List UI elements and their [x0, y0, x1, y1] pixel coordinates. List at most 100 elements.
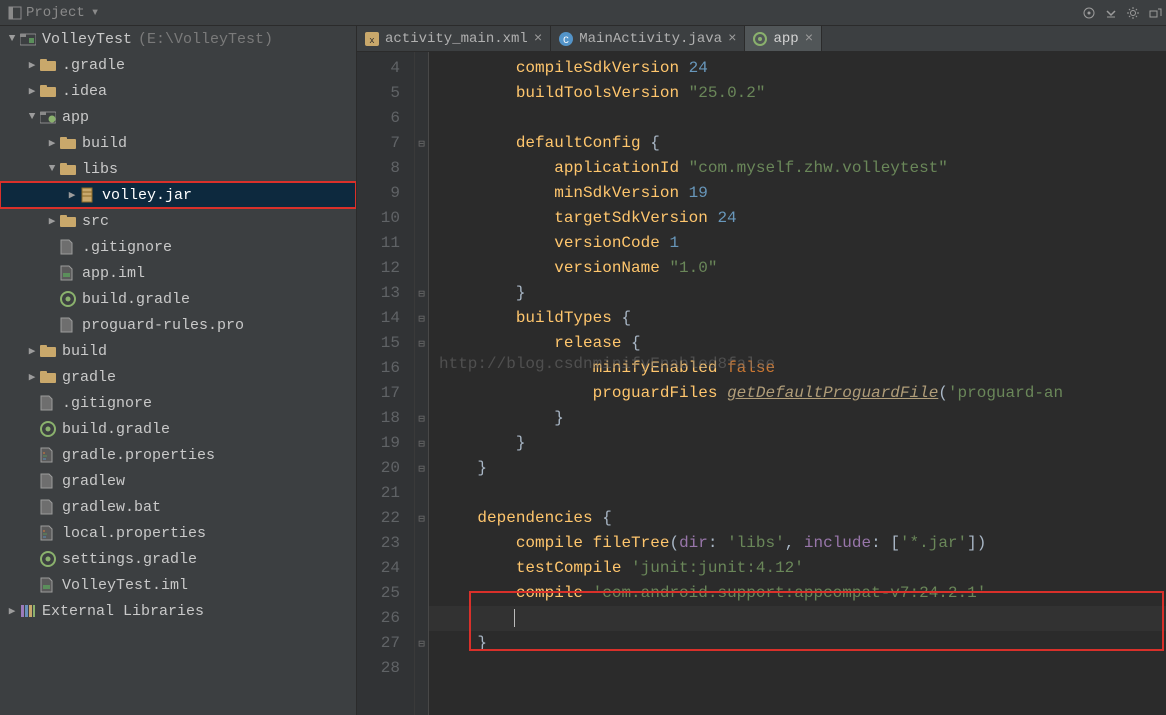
expand-arrow-icon[interactable]: ▼	[4, 33, 20, 45]
code-line[interactable]: proguardFiles getDefaultProguardFile('pr…	[429, 381, 1166, 406]
tree-item-build-gradle[interactable]: build.gradle	[0, 286, 356, 312]
tab-activity-main-xml[interactable]: xactivity_main.xml×	[357, 26, 551, 51]
tree-item--gradle[interactable]: ▶.gradle	[0, 52, 356, 78]
code-line[interactable]: minifyEnabled false	[429, 356, 1166, 381]
expand-arrow-icon[interactable]: ▼	[24, 111, 40, 123]
tree-item-gradle-properties[interactable]: gradle.properties	[0, 442, 356, 468]
line-number[interactable]: 7	[357, 131, 414, 156]
fold-toggle-icon[interactable]: ⊟	[415, 406, 428, 431]
expand-arrow-icon[interactable]: ▶	[24, 58, 40, 72]
locate-file-icon[interactable]	[1078, 2, 1100, 24]
line-number[interactable]: 18	[357, 406, 414, 431]
fold-gutter[interactable]: ⊟⊟⊟⊟⊟⊟⊟⊟⊟	[415, 52, 429, 715]
line-number[interactable]: 12	[357, 256, 414, 281]
line-number[interactable]: 28	[357, 656, 414, 681]
fold-toggle-icon[interactable]: ⊟	[415, 506, 428, 531]
line-number[interactable]: 20	[357, 456, 414, 481]
expand-arrow-icon[interactable]: ▼	[44, 163, 60, 175]
line-number[interactable]: 11	[357, 231, 414, 256]
tree-item-gradlew-bat[interactable]: gradlew.bat	[0, 494, 356, 520]
code-line[interactable]	[429, 656, 1166, 681]
fold-toggle-icon[interactable]: ⊟	[415, 131, 428, 156]
code-line[interactable]	[429, 481, 1166, 506]
tree-item-gradle[interactable]: ▶gradle	[0, 364, 356, 390]
fold-toggle-icon[interactable]: ⊟	[415, 456, 428, 481]
line-number[interactable]: 4	[357, 56, 414, 81]
code-line[interactable]: dependencies {	[429, 506, 1166, 531]
code-line[interactable]: compile 'com.android.support:appcompat-v…	[429, 581, 1166, 606]
line-number[interactable]: 24	[357, 556, 414, 581]
code-line[interactable]: buildTypes {	[429, 306, 1166, 331]
fold-toggle-icon[interactable]: ⊟	[415, 331, 428, 356]
line-number[interactable]: 16	[357, 356, 414, 381]
line-number[interactable]: 14	[357, 306, 414, 331]
code-line[interactable]: compile fileTree(dir: 'libs', include: […	[429, 531, 1166, 556]
fold-toggle-icon[interactable]: ⊟	[415, 631, 428, 656]
tab-app[interactable]: app×	[745, 26, 822, 51]
code-line[interactable]: }	[429, 431, 1166, 456]
line-number[interactable]: 22	[357, 506, 414, 531]
line-number[interactable]: 10	[357, 206, 414, 231]
line-number[interactable]: 25	[357, 581, 414, 606]
code-text-area[interactable]: compileSdkVersion 24 buildToolsVersion "…	[429, 52, 1166, 715]
tree-item-src[interactable]: ▶src	[0, 208, 356, 234]
tree-item-gradlew[interactable]: gradlew	[0, 468, 356, 494]
tree-item-build-gradle[interactable]: build.gradle	[0, 416, 356, 442]
line-number[interactable]: 23	[357, 531, 414, 556]
code-line[interactable]: versionName "1.0"	[429, 256, 1166, 281]
code-line[interactable]: }	[429, 281, 1166, 306]
expand-arrow-icon[interactable]: ▶	[64, 188, 80, 202]
expand-arrow-icon[interactable]: ▶	[24, 370, 40, 384]
tree-item-local-properties[interactable]: local.properties	[0, 520, 356, 546]
line-number[interactable]: 9	[357, 181, 414, 206]
code-line[interactable]: applicationId "com.myself.zhw.volleytest…	[429, 156, 1166, 181]
close-icon[interactable]: ×	[805, 31, 813, 47]
code-line[interactable]: versionCode 1	[429, 231, 1166, 256]
tree-item--idea[interactable]: ▶.idea	[0, 78, 356, 104]
line-number[interactable]: 21	[357, 481, 414, 506]
line-number[interactable]: 15	[357, 331, 414, 356]
tree-item-libs[interactable]: ▼libs	[0, 156, 356, 182]
expand-arrow-icon[interactable]: ▶	[44, 214, 60, 228]
tree-item-build[interactable]: ▶build	[0, 130, 356, 156]
code-line[interactable]: }	[429, 631, 1166, 656]
code-line[interactable]: testCompile 'junit:junit:4.12'	[429, 556, 1166, 581]
line-number[interactable]: 13	[357, 281, 414, 306]
code-line[interactable]: }	[429, 456, 1166, 481]
expand-arrow-icon[interactable]: ▶	[24, 344, 40, 358]
tree-item-volley-jar[interactable]: ▶volley.jar	[0, 182, 356, 208]
tree-item-build[interactable]: ▶build	[0, 338, 356, 364]
code-line[interactable]	[429, 106, 1166, 131]
code-line[interactable]: }	[429, 406, 1166, 431]
tree-item-external-libraries[interactable]: ▶External Libraries	[0, 598, 356, 624]
fold-toggle-icon[interactable]: ⊟	[415, 281, 428, 306]
line-number[interactable]: 27	[357, 631, 414, 656]
code-line[interactable]: defaultConfig {	[429, 131, 1166, 156]
project-scope-dropdown[interactable]: ▾	[91, 4, 99, 21]
close-icon[interactable]: ×	[534, 31, 542, 47]
line-number[interactable]: 8	[357, 156, 414, 181]
tree-item--gitignore[interactable]: .gitignore	[0, 390, 356, 416]
tree-item-proguard-rules-pro[interactable]: proguard-rules.pro	[0, 312, 356, 338]
line-number[interactable]: 26	[357, 606, 414, 631]
line-number[interactable]: 6	[357, 106, 414, 131]
fold-toggle-icon[interactable]: ⊟	[415, 306, 428, 331]
code-line[interactable]: buildToolsVersion "25.0.2"	[429, 81, 1166, 106]
code-line[interactable]	[429, 606, 1166, 631]
expand-arrow-icon[interactable]: ▶	[4, 604, 20, 618]
expand-arrow-icon[interactable]: ▶	[44, 136, 60, 150]
settings-gear-icon[interactable]	[1122, 2, 1144, 24]
close-icon[interactable]: ×	[728, 31, 736, 47]
tree-item-app[interactable]: ▼app	[0, 104, 356, 130]
code-line[interactable]: targetSdkVersion 24	[429, 206, 1166, 231]
line-number[interactable]: 17	[357, 381, 414, 406]
code-line[interactable]: release {	[429, 331, 1166, 356]
line-number[interactable]: 19	[357, 431, 414, 456]
tree-item--gitignore[interactable]: .gitignore	[0, 234, 356, 260]
expand-arrow-icon[interactable]: ▶	[24, 84, 40, 98]
line-number[interactable]: 5	[357, 81, 414, 106]
tree-item-app-iml[interactable]: app.iml	[0, 260, 356, 286]
code-line[interactable]: compileSdkVersion 24	[429, 56, 1166, 81]
collapse-all-icon[interactable]	[1100, 2, 1122, 24]
tree-item-volleytest[interactable]: ▼VolleyTest(E:\VolleyTest)	[0, 26, 356, 52]
